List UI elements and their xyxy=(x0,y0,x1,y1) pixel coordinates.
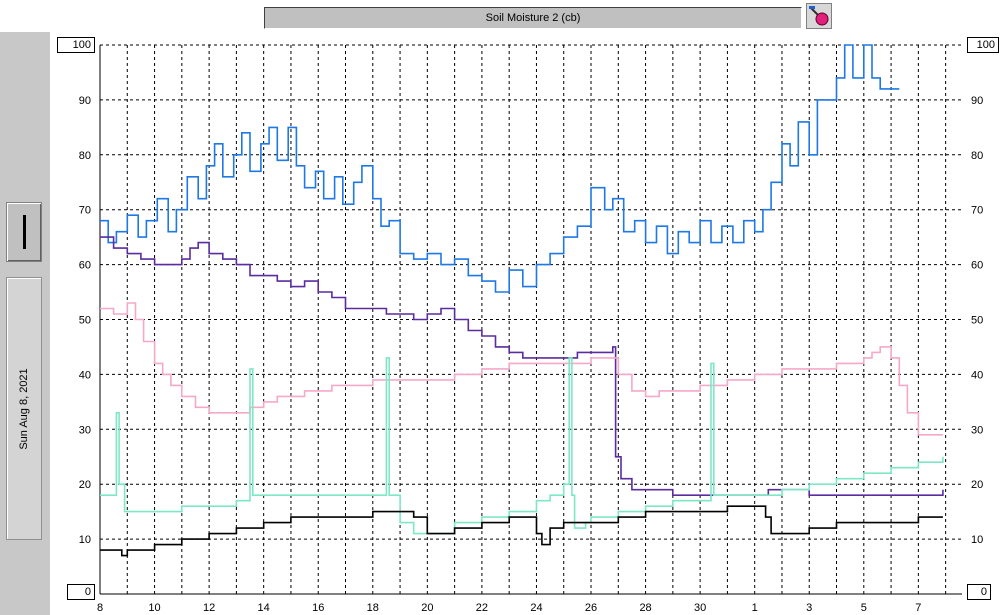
x-tick-label: 22 xyxy=(476,602,488,614)
y-tick-label-left: 90 xyxy=(79,95,91,107)
series-line-2 xyxy=(100,236,944,496)
y-tick-label-right: 60 xyxy=(971,260,983,272)
x-tick-label: 16 xyxy=(312,602,324,614)
x-tick-label: 18 xyxy=(367,602,379,614)
y-tick-label-right: 30 xyxy=(971,424,983,436)
x-tick-label: 28 xyxy=(639,602,651,614)
y-tick-label-left: 80 xyxy=(79,150,91,162)
y-tick-label-right: 40 xyxy=(971,369,983,381)
series-line-3 xyxy=(100,302,943,436)
y-tick-label-right: 70 xyxy=(971,205,983,217)
y-tick-label-right: 90 xyxy=(971,95,983,107)
y-tick-label-left: 30 xyxy=(79,424,91,436)
x-tick-label: 24 xyxy=(530,602,542,614)
y-tick-label-right: 10 xyxy=(971,534,983,546)
y-axis-bottom-box-right: 0 xyxy=(967,584,991,600)
y-tick-label-right: 20 xyxy=(971,479,983,491)
y-tick-label-left: 70 xyxy=(79,205,91,217)
x-tick-label: 3 xyxy=(806,602,812,614)
x-tick-label: 20 xyxy=(421,602,433,614)
y-tick-label-left: 40 xyxy=(79,369,91,381)
x-tick-label: 10 xyxy=(148,602,160,614)
y-axis-top-box-left: 100 xyxy=(57,37,95,53)
y-tick-label-left: 60 xyxy=(79,260,91,272)
x-tick-label: 7 xyxy=(915,602,921,614)
tick-layer: 8 10 12 14 16 18 20 22 24 26 28 30 1 3 5 7 10 10 20 20 30 30 4… xyxy=(79,95,984,614)
x-tick-label: 5 xyxy=(861,602,867,614)
y-tick-label-left: 20 xyxy=(79,479,91,491)
series-layer xyxy=(100,44,944,557)
series-line-4 xyxy=(100,357,944,535)
soil-moisture-chart: 8 10 12 14 16 18 20 22 24 26 28 30 1 3 5 7 10 10 20 20 30 30 4… xyxy=(79,44,984,614)
y-tick-label-right: 80 xyxy=(971,150,983,162)
y-axis-top-box-right: 100 xyxy=(967,37,999,53)
y-tick-label-left: 10 xyxy=(79,534,91,546)
series-line-5 xyxy=(100,505,943,557)
x-tick-label: 1 xyxy=(752,602,758,614)
x-tick-label: 8 xyxy=(97,602,103,614)
series-line-1 xyxy=(100,44,900,293)
x-tick-label: 12 xyxy=(203,602,215,614)
x-tick-label: 26 xyxy=(585,602,597,614)
y-axis-bottom-box-left: 0 xyxy=(67,584,95,600)
x-tick-label: 14 xyxy=(258,602,270,614)
y-tick-label-left: 50 xyxy=(79,315,91,327)
x-tick-label: 30 xyxy=(694,602,706,614)
y-tick-label-right: 50 xyxy=(971,315,983,327)
